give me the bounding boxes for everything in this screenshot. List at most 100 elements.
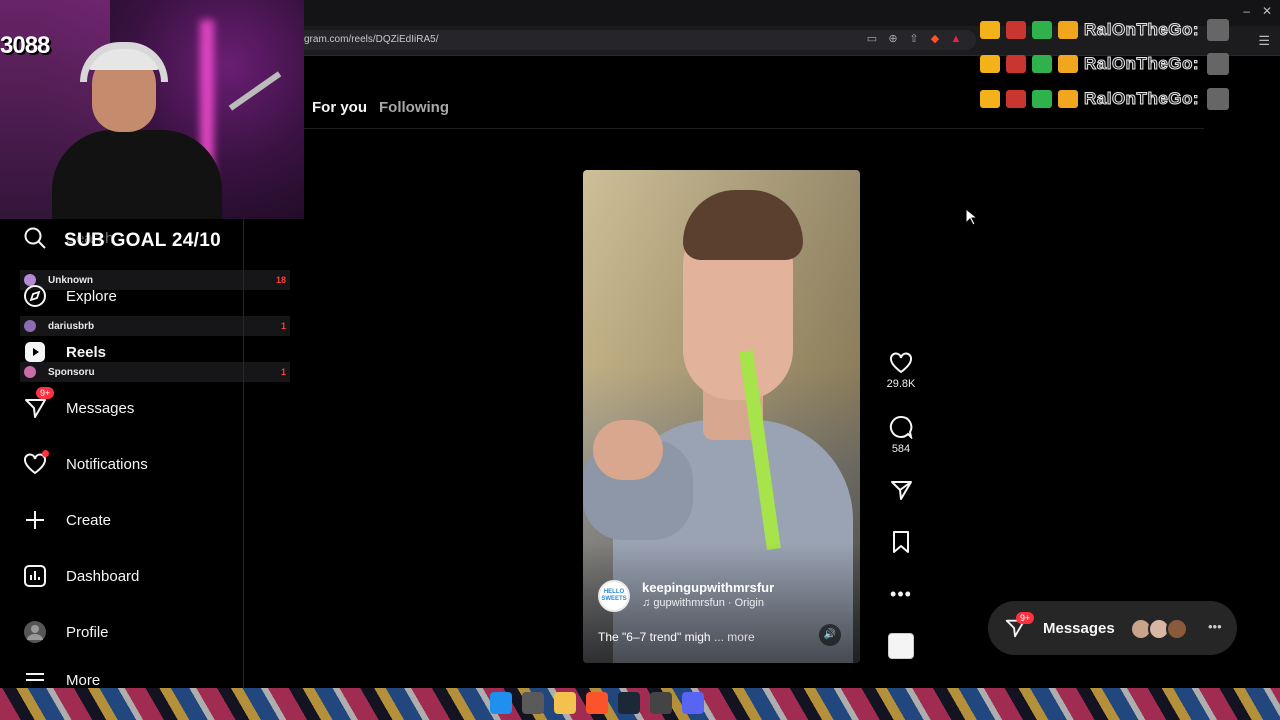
crown-icon (980, 90, 1000, 108)
crown-icon (980, 55, 1000, 73)
sidebar-item-label: Profile (66, 623, 109, 641)
comment-button[interactable]: 584 (884, 415, 918, 455)
viewer-name: Sponsoru (48, 366, 95, 378)
avatar (1166, 618, 1188, 640)
tab-for-you[interactable]: For you (312, 99, 367, 116)
like-count: 29.8K (886, 378, 916, 390)
discord-icon[interactable] (682, 692, 704, 714)
brave-icon[interactable]: ◆ (929, 33, 941, 45)
files-icon[interactable] (554, 692, 576, 714)
emote-icon (1006, 90, 1026, 108)
reel-caption: The "6–7 trend" migh ... more (598, 630, 755, 644)
sidebar-item-label: Notifications (66, 455, 148, 473)
bookmark-icon (893, 531, 909, 553)
viewer-avatar (24, 320, 36, 332)
reel-person-hand (593, 420, 663, 480)
close-icon[interactable]: ✕ (1262, 4, 1272, 18)
save-button[interactable] (884, 530, 918, 554)
sidebar-item-profile[interactable]: Profile (22, 616, 109, 648)
triangle-icon[interactable]: ▲ (950, 33, 962, 45)
browser-menu-icon[interactable]: ☰ (1258, 33, 1270, 49)
prime-icon (1058, 21, 1078, 39)
viewer-name: dariusbrb (48, 320, 95, 332)
minimize-icon[interactable]: – (1243, 4, 1250, 18)
sidebar-item-explore[interactable]: Explore (22, 280, 117, 312)
sidebar-item-label: More (66, 672, 101, 688)
share-icon[interactable]: ⇧ (908, 33, 920, 45)
hamburger-icon (22, 672, 48, 688)
prime-icon (1058, 55, 1078, 73)
steam-icon[interactable] (618, 692, 640, 714)
plus-icon (22, 507, 48, 533)
viewer-row: Sponsoru 1 (20, 362, 290, 382)
sidebar-item-dashboard[interactable]: Dashboard (22, 560, 139, 592)
reel-author-avatar[interactable]: HELLO SWEETS (598, 580, 630, 612)
search-icon (22, 225, 48, 251)
chat-avatar (1207, 53, 1230, 75)
chat-username: RalOnTheGo: (1083, 54, 1200, 74)
heart-icon (890, 352, 912, 374)
notification-dot (42, 450, 49, 457)
streamer-body (52, 130, 222, 219)
audio-thumbnail[interactable] (888, 633, 914, 659)
reel-username[interactable]: keepingupwithmrsfur (642, 580, 774, 595)
viewer-count: 1 (280, 321, 286, 331)
zoom-icon[interactable]: ⊕ (887, 33, 899, 45)
sidebar-item-more[interactable]: More (22, 672, 100, 688)
sidebar-item-label: Messages (66, 399, 135, 417)
like-button[interactable]: 29.8K (884, 352, 918, 390)
comment-icon (889, 415, 913, 439)
chat-username: RalOnTheGo: (1083, 20, 1200, 40)
sidebar-item-create[interactable]: Create (22, 504, 111, 536)
screen-icon[interactable]: ▭ (866, 33, 878, 45)
reel-video[interactable]: HELLO SWEETS keepingupwithmrsfur ♫ gupwi… (583, 170, 860, 663)
ellipsis-icon: ••• (1208, 619, 1222, 634)
windows-start-icon[interactable] (490, 692, 512, 714)
messages-icon: 9+ (22, 387, 55, 421)
gift-icon (1032, 90, 1052, 108)
messages-badge: 9+ (36, 387, 55, 399)
search-taskbar-icon[interactable] (522, 692, 544, 714)
messages-pill[interactable]: 9+ Messages ••• (988, 601, 1237, 655)
microphone-arm (228, 71, 282, 111)
mute-button[interactable]: 🔊 (819, 624, 841, 646)
viewer-avatar (24, 366, 36, 378)
prime-icon (1058, 90, 1078, 108)
viewer-count: 1 (280, 367, 286, 377)
stream-viewer-number: 3088 (0, 32, 50, 59)
ellipsis-icon: ••• (890, 584, 912, 604)
feed-tabs: For you Following (312, 99, 449, 116)
tab-following[interactable]: Following (379, 99, 449, 116)
reel-more-link[interactable]: ... more (714, 630, 755, 644)
more-options-button[interactable]: ••• (884, 584, 918, 605)
browser-icon[interactable] (586, 692, 608, 714)
messages-pill-label: Messages (1043, 620, 1115, 637)
app-icon[interactable] (650, 692, 672, 714)
share-button[interactable] (884, 478, 918, 502)
chat-message: RalOnTheGo: (980, 17, 1250, 43)
gift-icon (1032, 21, 1052, 39)
reel-audio[interactable]: ♫ gupwithmrsfun · Origin (642, 597, 764, 609)
comment-count: 584 (891, 443, 911, 455)
address-bar-icons: ▭ ⊕ ⇧ ◆ ▲ (866, 33, 962, 45)
gift-icon (1032, 55, 1052, 73)
sidebar-item-label: Explore (66, 287, 117, 305)
mouse-cursor (965, 207, 979, 230)
sidebar-item-notifications[interactable]: Notifications (22, 448, 148, 480)
sidebar-item-label: Dashboard (66, 567, 140, 585)
avatar-icon (22, 619, 48, 645)
reel-audio-label: gupwithmrsfun · Origin (653, 597, 764, 609)
sidebar-item-messages[interactable]: 9+ Messages (22, 387, 135, 424)
chat-username: RalOnTheGo: (1083, 89, 1200, 109)
sidebar-item-label: Reels (66, 343, 107, 361)
heart-icon (22, 450, 49, 477)
feed-divider (304, 128, 1204, 129)
crown-icon (980, 21, 1000, 39)
emote-icon (1006, 55, 1026, 73)
window-controls: – ✕ (1243, 4, 1272, 18)
chat-avatar (1207, 19, 1230, 41)
dashboard-icon (22, 563, 48, 589)
viewer-count: 18 (275, 275, 286, 285)
sidebar-item-label: Create (66, 511, 112, 529)
speaker-icon: 🔊 (823, 629, 837, 640)
